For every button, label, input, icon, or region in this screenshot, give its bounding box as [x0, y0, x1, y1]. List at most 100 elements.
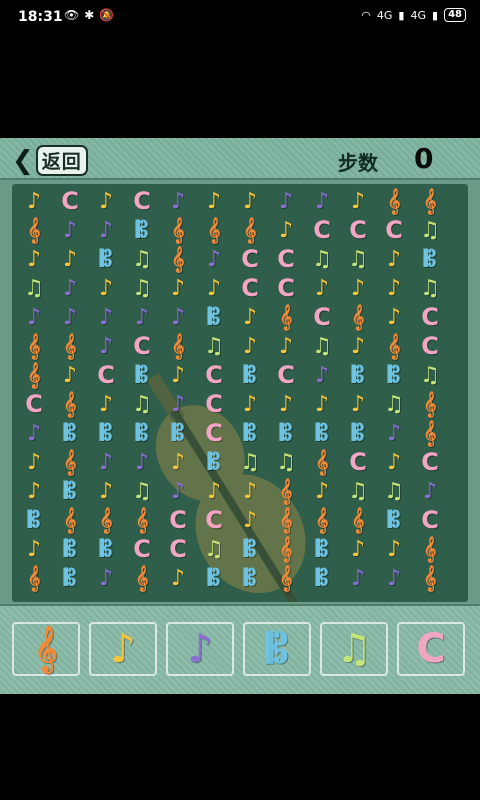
board-cell[interactable]: ♪: [16, 476, 52, 505]
board-cell[interactable]: C: [124, 534, 160, 563]
board-cell[interactable]: ♪: [340, 331, 376, 360]
board-cell[interactable]: ♪: [160, 563, 196, 592]
board-cell[interactable]: 𝄡: [16, 505, 52, 534]
board-cell[interactable]: ♪: [160, 447, 196, 476]
board-cell[interactable]: 𝄡: [88, 534, 124, 563]
board-cell[interactable]: 𝄡: [52, 418, 88, 447]
board-cell[interactable]: ♪: [196, 244, 232, 273]
board-cell[interactable]: 𝄞: [196, 215, 232, 244]
color-slot-green[interactable]: ♫: [320, 622, 388, 676]
board-cell[interactable]: 𝄞: [52, 331, 88, 360]
board-cell[interactable]: ♪: [232, 476, 268, 505]
board-cell[interactable]: 𝄡: [376, 505, 412, 534]
board-cell[interactable]: 𝄡: [196, 302, 232, 331]
board-cell[interactable]: ♪: [16, 302, 52, 331]
board-cell[interactable]: C: [124, 331, 160, 360]
board-cell[interactable]: ♪: [88, 389, 124, 418]
board-cell[interactable]: ♪: [376, 418, 412, 447]
board-cell[interactable]: 𝄡: [160, 418, 196, 447]
board-cell[interactable]: 𝄡: [124, 360, 160, 389]
board-cell[interactable]: ♪: [340, 534, 376, 563]
board-cell[interactable]: ♪: [376, 302, 412, 331]
board-cell[interactable]: ♪: [52, 244, 88, 273]
board-cell[interactable]: ♪: [304, 476, 340, 505]
board-cell[interactable]: C: [304, 215, 340, 244]
board-cell[interactable]: ♪: [88, 215, 124, 244]
color-slot-yellow[interactable]: ♪: [89, 622, 157, 676]
board-cell[interactable]: 𝄡: [232, 360, 268, 389]
board-cell[interactable]: 𝄡: [196, 447, 232, 476]
board-cell[interactable]: 𝄡: [232, 534, 268, 563]
board-cell[interactable]: 𝄞: [340, 505, 376, 534]
board-cell[interactable]: C: [196, 418, 232, 447]
board-cell[interactable]: C: [268, 360, 304, 389]
board-cell[interactable]: 𝄞: [304, 447, 340, 476]
board-cell[interactable]: C: [340, 215, 376, 244]
board-cell[interactable]: 𝄞: [304, 505, 340, 534]
board-cell[interactable]: C: [124, 186, 160, 215]
board-cell[interactable]: ♪: [16, 244, 52, 273]
board-cell[interactable]: ♪: [160, 302, 196, 331]
board-cell[interactable]: ♪: [376, 534, 412, 563]
color-slot-pink[interactable]: C: [397, 622, 465, 676]
board-cell[interactable]: ♪: [376, 447, 412, 476]
board-cell[interactable]: ♫: [124, 476, 160, 505]
board-cell[interactable]: 𝄡: [232, 418, 268, 447]
board-cell[interactable]: ♪: [268, 215, 304, 244]
board-cell[interactable]: 𝄞: [124, 505, 160, 534]
board-cell[interactable]: 𝄞: [376, 331, 412, 360]
board-cell[interactable]: ♪: [340, 273, 376, 302]
board-cell[interactable]: 𝄞: [412, 389, 448, 418]
board-cell[interactable]: ♪: [268, 331, 304, 360]
board-cell[interactable]: ♪: [52, 302, 88, 331]
board-cell[interactable]: C: [196, 505, 232, 534]
board-cell[interactable]: ♪: [160, 476, 196, 505]
board-cell[interactable]: ♫: [412, 215, 448, 244]
board-cell[interactable]: ♪: [88, 476, 124, 505]
board-cell[interactable]: ♪: [52, 360, 88, 389]
board-cell[interactable]: ♪: [268, 389, 304, 418]
board-cell[interactable]: ♪: [232, 302, 268, 331]
board-cell[interactable]: ♪: [160, 389, 196, 418]
board-cell[interactable]: 𝄞: [412, 418, 448, 447]
board-cell[interactable]: 𝄞: [268, 505, 304, 534]
board-cell[interactable]: ♪: [232, 186, 268, 215]
board-cell[interactable]: 𝄡: [304, 563, 340, 592]
board-cell[interactable]: ♫: [16, 273, 52, 302]
board-cell[interactable]: C: [268, 273, 304, 302]
board-cell[interactable]: 𝄡: [340, 418, 376, 447]
board-cell[interactable]: C: [304, 302, 340, 331]
board-cell[interactable]: 𝄞: [52, 447, 88, 476]
board-cell[interactable]: 𝄞: [16, 360, 52, 389]
board-cell[interactable]: ♪: [16, 186, 52, 215]
board-cell[interactable]: 𝄞: [340, 302, 376, 331]
board-cell[interactable]: ♪: [160, 273, 196, 302]
board-cell[interactable]: ♫: [196, 331, 232, 360]
board-cell[interactable]: 𝄞: [232, 215, 268, 244]
board-cell[interactable]: C: [268, 244, 304, 273]
board-cell[interactable]: ♫: [268, 447, 304, 476]
board-cell[interactable]: ♪: [304, 186, 340, 215]
color-slot-purple[interactable]: ♪: [166, 622, 234, 676]
board-cell[interactable]: ♪: [340, 389, 376, 418]
board-cell[interactable]: 𝄞: [412, 563, 448, 592]
board-cell[interactable]: 𝄡: [124, 418, 160, 447]
board-cell[interactable]: 𝄡: [304, 534, 340, 563]
board-cell[interactable]: ♪: [376, 244, 412, 273]
board-cell[interactable]: 𝄡: [268, 418, 304, 447]
board-cell[interactable]: ♪: [88, 447, 124, 476]
board-cell[interactable]: 𝄞: [160, 244, 196, 273]
board-cell[interactable]: 𝄡: [52, 534, 88, 563]
board-cell[interactable]: ♪: [196, 186, 232, 215]
board-cell[interactable]: C: [160, 534, 196, 563]
board-cell[interactable]: C: [52, 186, 88, 215]
board-cell[interactable]: ♪: [52, 215, 88, 244]
board-cell[interactable]: ♫: [340, 244, 376, 273]
board-cell[interactable]: C: [88, 360, 124, 389]
board-cell[interactable]: 𝄡: [196, 563, 232, 592]
board-cell[interactable]: C: [232, 273, 268, 302]
board-cell[interactable]: ♪: [232, 331, 268, 360]
board-cell[interactable]: 𝄡: [52, 563, 88, 592]
color-slot-orange[interactable]: 𝄞: [12, 622, 80, 676]
board-cell[interactable]: ♪: [16, 447, 52, 476]
